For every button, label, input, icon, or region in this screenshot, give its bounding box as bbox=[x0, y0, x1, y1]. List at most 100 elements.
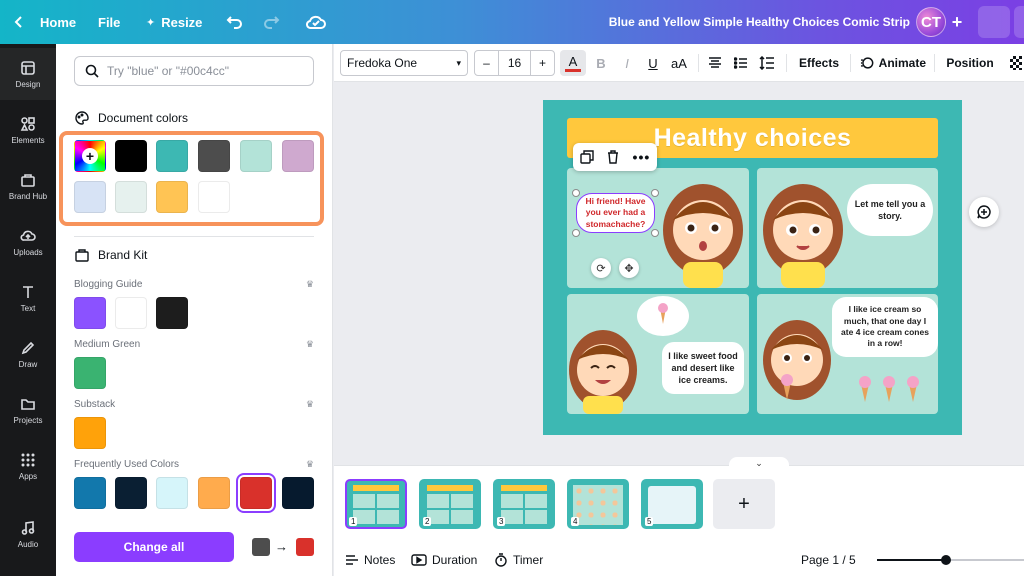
page-thumbnail-1[interactable]: 1 bbox=[345, 479, 407, 529]
italic-button[interactable]: I bbox=[618, 50, 636, 76]
page-thumbnail-2[interactable]: 2 bbox=[419, 479, 481, 529]
font-family-select[interactable]: Fredoka One ▾ bbox=[340, 50, 468, 76]
share-button[interactable] bbox=[1014, 6, 1024, 38]
rail-item-uploads[interactable]: Uploads bbox=[0, 216, 56, 268]
cloud-save-status[interactable] bbox=[306, 0, 326, 44]
page-thumbnail-3[interactable]: 3 bbox=[493, 479, 555, 529]
brand-color-swatch[interactable] bbox=[74, 357, 106, 389]
redo-button[interactable] bbox=[262, 0, 280, 44]
add-page-button[interactable]: + bbox=[713, 479, 775, 529]
collapse-filmstrip-button[interactable]: ⌄ bbox=[729, 457, 789, 469]
effects-button[interactable]: Effects bbox=[796, 50, 842, 76]
rail-item-elements[interactable]: Elements bbox=[0, 104, 56, 156]
font-size-value[interactable]: 16 bbox=[499, 51, 530, 75]
play-icon bbox=[411, 554, 427, 566]
home-button[interactable]: Home bbox=[12, 0, 76, 44]
frequent-color-swatch[interactable] bbox=[74, 477, 106, 509]
frequent-color-swatch[interactable] bbox=[282, 477, 314, 509]
text-color-button[interactable]: A bbox=[560, 50, 586, 76]
resize-button[interactable]: ✦ Resize bbox=[146, 0, 202, 44]
timer-button[interactable]: Timer bbox=[494, 551, 543, 569]
page-number: 5 bbox=[645, 517, 654, 526]
thumb-cell bbox=[451, 510, 473, 524]
document-colors-title: Document colors bbox=[98, 111, 189, 125]
undo-button[interactable] bbox=[226, 0, 244, 44]
rail-item-text[interactable]: Text bbox=[0, 272, 56, 324]
text-toolbar: Fredoka One ▾ – 16 + A B I U aA Effects … bbox=[334, 44, 1024, 82]
speech-bubble-selected[interactable]: Hi friend! Have you ever had a stomachac… bbox=[576, 193, 655, 233]
font-size-increase[interactable]: + bbox=[530, 51, 554, 75]
page-thumbnail-4[interactable]: 4 bbox=[567, 479, 629, 529]
notes-button[interactable]: Notes bbox=[345, 551, 395, 569]
font-size-decrease[interactable]: – bbox=[475, 51, 499, 75]
underline-button[interactable]: U bbox=[644, 50, 662, 76]
brand-color-swatch[interactable] bbox=[74, 417, 106, 449]
resize-handle[interactable] bbox=[651, 189, 659, 197]
trash-icon[interactable] bbox=[607, 150, 619, 164]
rail-item-brand-hub[interactable]: Brand Hub bbox=[0, 160, 56, 212]
speech-bubble[interactable]: I like sweet food and desert like ice cr… bbox=[662, 342, 744, 394]
chevron-down-icon: ▾ bbox=[456, 57, 461, 68]
resize-handle[interactable] bbox=[651, 229, 659, 237]
file-menu[interactable]: File bbox=[98, 0, 120, 44]
bold-button[interactable]: B bbox=[592, 50, 610, 76]
letter-case-button[interactable]: aA bbox=[668, 50, 690, 76]
sparkle-icon: ✦ bbox=[146, 16, 156, 29]
brand-color-swatch[interactable] bbox=[74, 297, 106, 329]
align-button[interactable] bbox=[706, 50, 724, 76]
frequent-color-swatch-selected[interactable] bbox=[240, 477, 272, 509]
animate-icon bbox=[860, 57, 874, 69]
frequent-color-swatch[interactable] bbox=[115, 477, 147, 509]
speech-bubble[interactable]: Let me tell you a story. bbox=[847, 184, 933, 236]
change-all-button[interactable]: Change all bbox=[74, 532, 234, 562]
duplicate-icon[interactable] bbox=[580, 150, 594, 164]
crown-icon: ♛ bbox=[305, 399, 314, 409]
thumb-cell bbox=[377, 510, 399, 524]
change-to-swatch bbox=[296, 538, 314, 556]
avatar[interactable]: CT bbox=[916, 7, 946, 37]
brand-color-swatch[interactable] bbox=[156, 297, 188, 329]
position-button[interactable]: Position bbox=[944, 50, 996, 76]
brand-color-swatch[interactable] bbox=[115, 297, 147, 329]
share-plus-button[interactable]: + bbox=[946, 10, 968, 34]
toolbar-divider bbox=[698, 54, 699, 72]
add-comment-button[interactable] bbox=[969, 197, 999, 227]
design-icon bbox=[21, 60, 35, 75]
toolbar-divider bbox=[934, 54, 935, 72]
rail-label: Projects bbox=[13, 415, 43, 425]
rail-item-apps[interactable]: Apps bbox=[0, 440, 56, 492]
document-title[interactable]: Blue and Yellow Simple Healthy Choices C… bbox=[609, 0, 910, 44]
resize-handle[interactable] bbox=[572, 229, 580, 237]
thumb-grid bbox=[573, 485, 623, 525]
chevron-left-icon bbox=[14, 16, 22, 28]
rail-item-projects[interactable]: Projects bbox=[0, 384, 56, 436]
uploads-icon bbox=[20, 230, 36, 241]
move-handle-icon[interactable]: ✥ bbox=[619, 258, 639, 278]
align-center-icon bbox=[709, 57, 721, 68]
list-button[interactable] bbox=[732, 50, 750, 76]
thumb-cell bbox=[353, 494, 375, 508]
spacing-button[interactable] bbox=[758, 50, 776, 76]
duration-button[interactable]: Duration bbox=[411, 551, 477, 569]
text-icon bbox=[23, 285, 33, 298]
group-name: Blogging Guide bbox=[74, 279, 143, 290]
frequent-color-swatch[interactable] bbox=[156, 477, 188, 509]
more-options-icon[interactable]: ••• bbox=[633, 149, 651, 165]
rail-item-design[interactable]: Design bbox=[0, 48, 56, 100]
zoom-slider-handle[interactable] bbox=[941, 555, 951, 565]
rail-item-audio[interactable]: Audio bbox=[0, 508, 56, 560]
speech-bubble[interactable]: I like ice cream so much, that one day I… bbox=[832, 297, 938, 357]
rail-item-draw[interactable]: Draw bbox=[0, 328, 56, 380]
insights-button[interactable] bbox=[978, 6, 1010, 38]
resize-handle[interactable] bbox=[572, 189, 580, 197]
rail-label: Text bbox=[20, 303, 36, 313]
resize-label: Resize bbox=[161, 14, 203, 30]
page-number: 2 bbox=[423, 517, 432, 526]
frequent-color-swatch[interactable] bbox=[198, 477, 230, 509]
animate-button[interactable]: Animate bbox=[860, 50, 926, 76]
animate-label: Animate bbox=[878, 56, 926, 70]
page-thumbnail-5[interactable]: 5 bbox=[641, 479, 703, 529]
rotate-handle-icon[interactable]: ⟳ bbox=[591, 258, 611, 278]
color-search-input[interactable]: Try "blue" or "#00c4cc" bbox=[74, 56, 314, 86]
transparency-icon[interactable] bbox=[1010, 56, 1022, 70]
